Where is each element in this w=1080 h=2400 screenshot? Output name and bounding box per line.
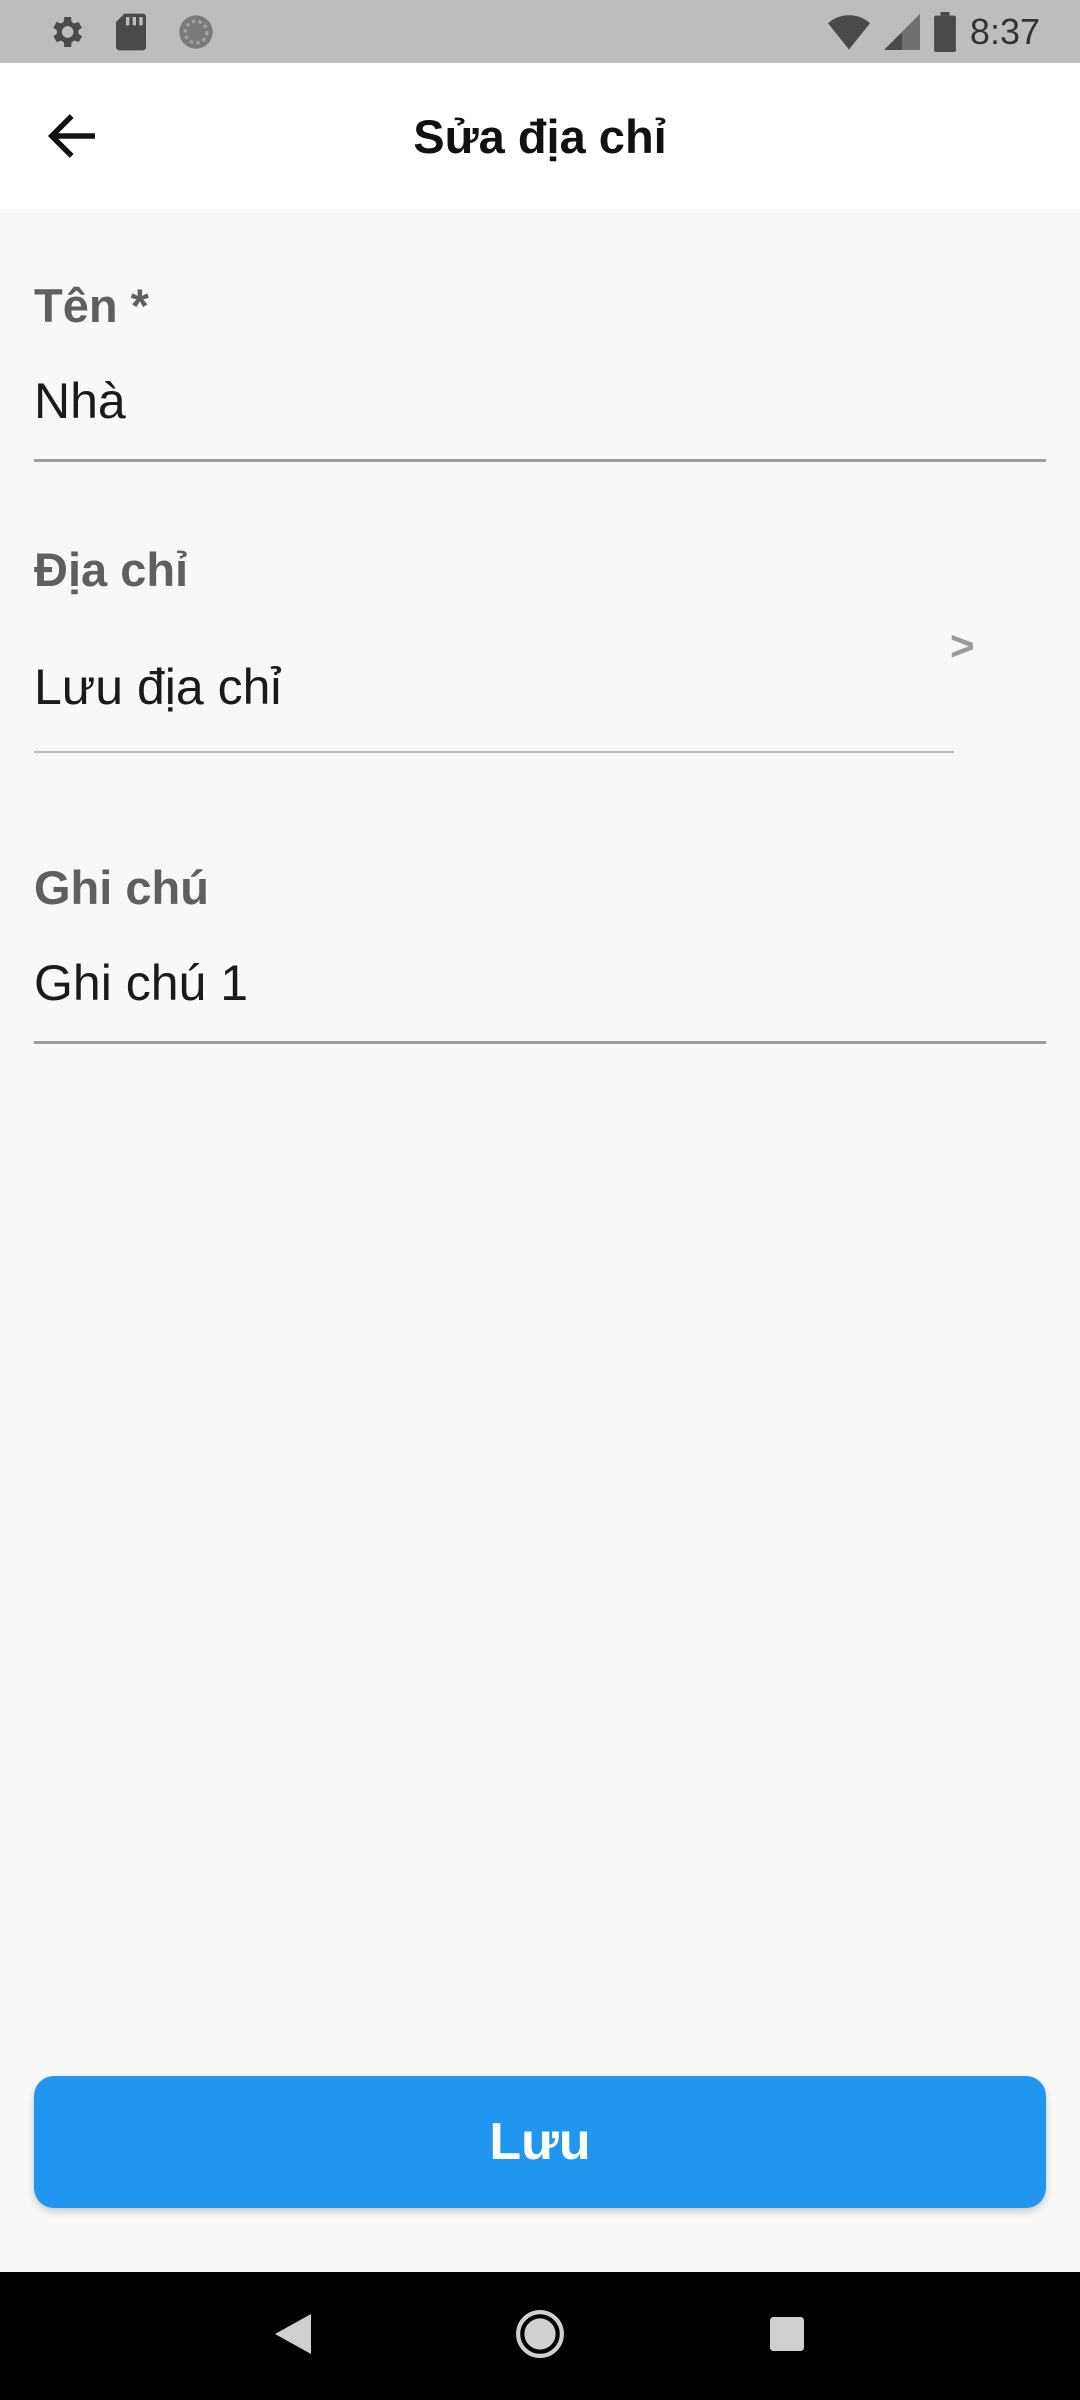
- sd-card-icon: [114, 12, 148, 52]
- status-time: 8:37: [969, 10, 1040, 52]
- wifi-icon: [827, 14, 870, 50]
- navigation-bar: [0, 2272, 1080, 2400]
- nav-recents-button[interactable]: [747, 2296, 827, 2376]
- screen: 8:37 Sửa địa chỉ Tên * Địa chỉ Lưu địa c…: [0, 0, 1080, 2400]
- status-bar: 8:37: [0, 0, 1080, 63]
- page-title: Sửa địa chỉ: [413, 109, 667, 163]
- name-label: Tên *: [34, 279, 149, 332]
- address-value[interactable]: Lưu địa chỉ: [34, 658, 282, 716]
- status-left: [46, 12, 244, 52]
- name-underline: [34, 459, 1046, 462]
- note-underline: [34, 1041, 1046, 1044]
- nav-back-button[interactable]: [253, 2296, 333, 2376]
- battery-icon: [934, 11, 956, 52]
- address-label: Địa chỉ: [34, 543, 189, 596]
- note-input[interactable]: [34, 950, 1044, 1016]
- status-right: 8:37: [814, 11, 1040, 53]
- nav-home-button[interactable]: [500, 2296, 580, 2376]
- back-button[interactable]: [24, 90, 120, 186]
- sync-icon: [176, 12, 216, 52]
- back-triangle-icon: [275, 2313, 312, 2359]
- address-underline: [34, 751, 954, 753]
- name-input[interactable]: [34, 368, 1044, 434]
- recents-square-icon: [769, 2316, 804, 2356]
- app-bar: Sửa địa chỉ: [0, 63, 1080, 209]
- save-button[interactable]: Lưu: [34, 2076, 1046, 2208]
- address-chevron[interactable]: >: [950, 622, 975, 670]
- note-label: Ghi chú: [34, 861, 209, 914]
- settings-icon: [46, 12, 86, 52]
- arrow-left-icon: [41, 109, 103, 168]
- signal-icon: [883, 13, 920, 50]
- home-circle-icon: [515, 2309, 565, 2364]
